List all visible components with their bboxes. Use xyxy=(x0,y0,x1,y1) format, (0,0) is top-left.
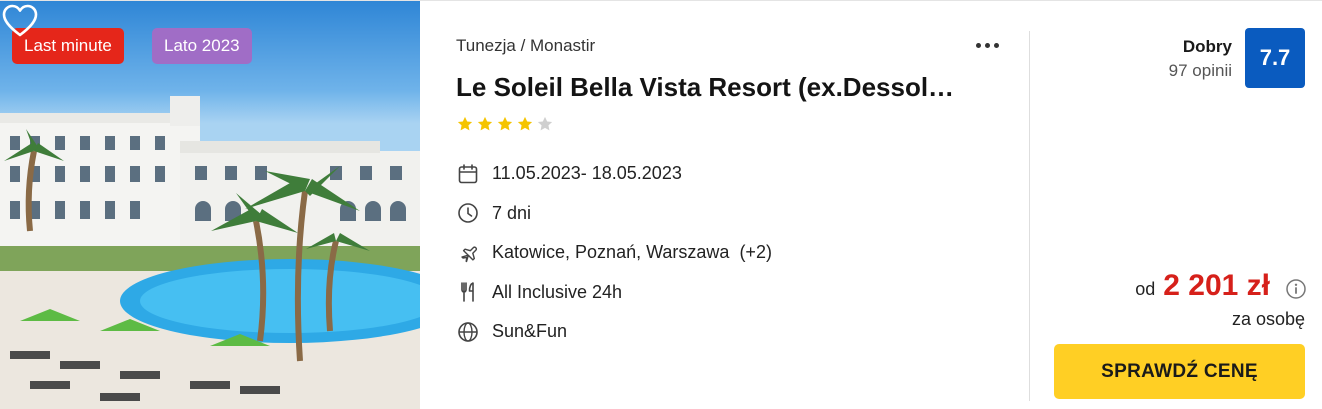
price-amount: 2 201 zł xyxy=(1163,269,1270,302)
hotel-photo[interactable]: Last minute Lato 2023 xyxy=(0,1,420,409)
program-row: Sun&Fun xyxy=(456,312,772,352)
duration-row: 7 dni xyxy=(456,194,772,234)
season-badge: Lato 2023 xyxy=(152,28,252,64)
departures-row: Katowice, Poznań, Warszawa (+2) xyxy=(456,233,772,273)
plane-icon xyxy=(461,246,477,262)
check-price-button[interactable]: SPRAWDŹ CENĘ xyxy=(1054,344,1305,399)
offer-card[interactable]: Last minute Lato 2023 Tunezja / Monastir… xyxy=(0,0,1322,409)
cutlery-icon xyxy=(461,282,474,303)
price-from-label: od xyxy=(1135,279,1156,299)
review-count[interactable]: 97 opinii xyxy=(1169,61,1232,81)
price-line: od 2 201 zł xyxy=(1135,269,1270,303)
star-filled-icon xyxy=(457,116,473,131)
hotel-name[interactable]: Le Soleil Bella Vista Resort (ex.Dessol… xyxy=(456,72,996,103)
info-icon[interactable] xyxy=(1285,278,1307,300)
calendar-icon xyxy=(458,163,478,184)
globe-icon xyxy=(458,321,478,342)
hotel-location[interactable]: Tunezja / Monastir xyxy=(456,36,595,56)
dates-text: 11.05.2023- 18.05.2023 xyxy=(492,163,682,184)
column-divider xyxy=(1029,31,1030,401)
more-dots-icon[interactable] xyxy=(970,35,1004,55)
hotel-stars xyxy=(456,115,554,133)
heart-icon[interactable] xyxy=(0,1,40,41)
departures-text[interactable]: Katowice, Poznań, Warszawa (+2) xyxy=(492,242,772,263)
per-person-label: za osobę xyxy=(1231,309,1305,329)
dates-row: 11.05.2023- 18.05.2023 xyxy=(456,154,772,194)
rating-label: Dobry xyxy=(1182,37,1232,56)
program-text: Sun&Fun xyxy=(492,321,568,342)
star-empty-icon xyxy=(537,116,553,131)
board-text: All Inclusive 24h xyxy=(492,281,623,302)
star-filled-icon xyxy=(517,116,533,131)
star-filled-icon xyxy=(497,116,513,131)
rating-score: 7.7 xyxy=(1245,28,1305,88)
offer-info: Tunezja / Monastir Le Soleil Bella Vista… xyxy=(456,1,1016,409)
star-filled-icon xyxy=(477,116,493,131)
duration-text: 7 dni xyxy=(492,202,532,223)
clock-icon xyxy=(458,203,478,224)
board-row: All Inclusive 24h xyxy=(456,273,772,313)
